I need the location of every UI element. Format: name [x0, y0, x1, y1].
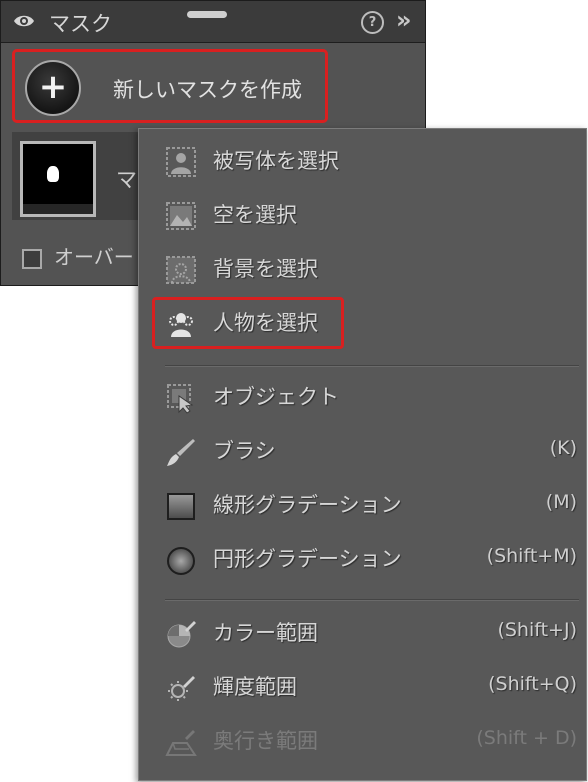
radial-gradient-icon — [167, 547, 195, 575]
select-sky-icon — [166, 202, 196, 230]
menu-item-object[interactable]: オブジェクト — [139, 375, 586, 419]
eye-icon[interactable] — [13, 13, 35, 29]
brush-icon — [167, 439, 195, 466]
select-subject-icon — [166, 147, 196, 177]
help-icon[interactable]: ? — [361, 11, 384, 34]
menu-separator — [165, 365, 579, 367]
menu-item-shortcut: (Shift + D) — [476, 727, 577, 749]
grip-handle[interactable] — [187, 11, 227, 18]
menu-item-label: 空を選択 — [213, 203, 297, 227]
panel-header: マスク ? » — [1, 1, 425, 43]
color-range-icon — [167, 621, 196, 648]
chevron-double-right-icon[interactable]: » — [396, 6, 411, 34]
menu-item-radial-gradient[interactable]: 円形グラデーション (Shift+M) — [139, 537, 586, 581]
plus-icon[interactable]: + — [25, 60, 81, 116]
create-new-mask-label: 新しいマスクを作成 — [113, 78, 302, 102]
menu-item-label: 奥行き範囲 — [213, 729, 318, 753]
menu-item-label: 線形グラデーション — [213, 493, 402, 517]
menu-item-color-range[interactable]: カラー範囲 (Shift+J) — [139, 611, 586, 655]
menu-item-select-subject[interactable]: 被写体を選択 — [139, 139, 586, 183]
menu-item-label: 円形グラデーション — [213, 547, 402, 571]
overlay-label: オーバー — [54, 245, 134, 269]
menu-item-shortcut: (Shift+Q) — [488, 673, 577, 695]
select-people-highlight — [152, 297, 344, 349]
menu-item-label: 輝度範囲 — [213, 675, 297, 699]
mask-subject-shape — [47, 166, 59, 182]
menu-item-linear-gradient[interactable]: 線形グラデーション (M) — [139, 483, 586, 527]
mask-thumbnail — [20, 141, 96, 217]
create-mask-menu: 被写体を選択 空を選択 背景を選択 人物を選択 オブジェクト ブラシ (K) 線… — [138, 128, 587, 781]
menu-item-select-background[interactable]: 背景を選択 — [139, 247, 586, 291]
mask-thumbnail-band — [23, 204, 93, 214]
luminance-range-icon — [168, 676, 195, 701]
menu-item-label: 背景を選択 — [213, 257, 318, 281]
menu-item-shortcut: (Shift+M) — [486, 545, 577, 567]
menu-item-label: カラー範囲 — [213, 621, 318, 645]
menu-item-shortcut: (M) — [545, 491, 577, 513]
menu-item-label: オブジェクト — [213, 385, 339, 409]
menu-item-luminance-range[interactable]: 輝度範囲 (Shift+Q) — [139, 665, 586, 709]
linear-gradient-icon — [167, 493, 195, 520]
object-select-icon — [167, 384, 194, 414]
create-new-mask-button[interactable]: + 新しいマスクを作成 — [12, 49, 328, 123]
panel-title: マスク — [49, 12, 112, 36]
menu-item-brush[interactable]: ブラシ (K) — [139, 429, 586, 473]
menu-item-shortcut: (K) — [549, 437, 577, 459]
menu-item-select-sky[interactable]: 空を選択 — [139, 193, 586, 237]
depth-range-icon — [165, 730, 197, 756]
menu-item-shortcut: (Shift+J) — [497, 619, 577, 641]
mask-name: マ — [116, 168, 137, 192]
overlay-checkbox[interactable] — [22, 249, 42, 269]
select-background-icon — [166, 256, 196, 284]
menu-item-label: 被写体を選択 — [213, 149, 339, 173]
menu-separator — [165, 599, 579, 601]
menu-item-depth-range: 奥行き範囲 (Shift + D) — [139, 719, 586, 763]
menu-item-label: ブラシ — [213, 439, 276, 463]
